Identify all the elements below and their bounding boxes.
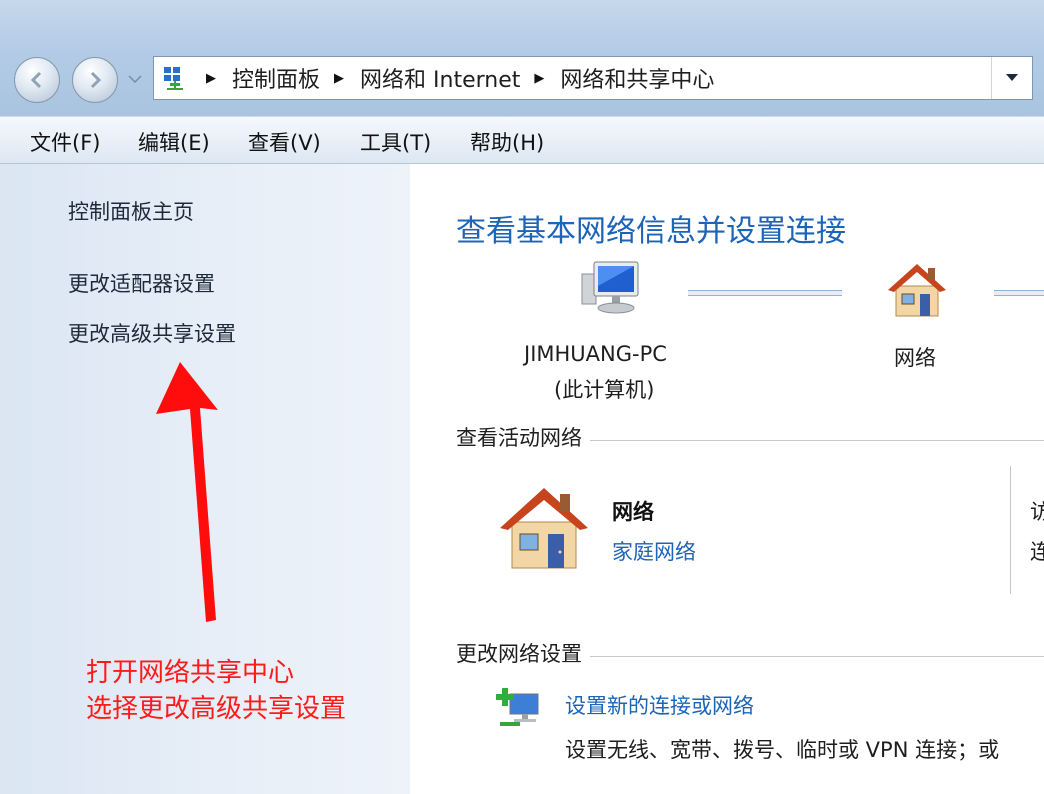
connection-line-internet [994,290,1044,296]
computer-name-label: JIMHUANG-PC [524,342,667,366]
menu-tools[interactable]: 工具(T) [360,127,431,157]
change-settings-heading: 更改网络设置 [456,638,590,668]
triangle-down-icon [1006,74,1018,81]
breadcrumb-separator-icon[interactable]: ▶ [334,71,344,86]
address-dropdown-button[interactable] [991,57,1032,99]
active-networks-heading: 查看活动网络 [456,422,590,452]
access-type-label: 访 [1030,500,1044,524]
breadcrumb-control-panel[interactable]: 控制面板 [232,62,320,94]
connections-label: 连 [1030,540,1044,564]
annotation-line-2: 选择更改高级共享设置 [86,694,347,724]
menu-edit[interactable]: 编辑(E) [138,127,210,157]
forward-arrow-icon [90,71,102,89]
house-icon [496,482,592,572]
main-content: 查看基本网络信息并设置连接 JIMHUANG-PC (此计算机) 网络 查看活动… [410,164,1044,794]
breadcrumb-separator-icon[interactable]: ▶ [206,71,216,86]
forward-button[interactable] [72,57,118,103]
network-center-icon [160,63,192,93]
breadcrumb-network-internet[interactable]: 网络和 Internet [360,62,520,94]
address-bar[interactable]: ▶ 控制面板 ▶ 网络和 Internet ▶ 网络和共享中心 [153,56,1033,100]
computer-icon[interactable] [578,256,644,318]
this-computer-label: (此计算机) [554,378,655,402]
back-button[interactable] [14,57,60,103]
title-bar-area: ▶ 控制面板 ▶ 网络和 Internet ▶ 网络和共享中心 [0,0,1044,116]
change-advanced-sharing-link[interactable]: 更改高级共享设置 [68,318,236,348]
house-icon[interactable] [884,260,950,320]
annotation-arrow-icon [156,362,218,622]
back-arrow-icon [30,71,42,89]
connection-line [688,290,842,296]
menu-view[interactable]: 查看(V) [248,127,321,157]
control-panel-home-link[interactable]: 控制面板主页 [68,196,194,226]
chevron-down-icon [128,75,142,84]
setup-new-connection-description: 设置无线、宽带、拨号、临时或 VPN 连接；或 [565,738,1000,762]
new-connection-icon[interactable] [496,684,544,728]
recent-pages-dropdown[interactable] [126,72,144,86]
breadcrumb-network-sharing-center[interactable]: 网络和共享中心 [560,62,714,94]
change-adapter-settings-link[interactable]: 更改适配器设置 [68,268,215,298]
annotation-line-1: 打开网络共享中心 [86,658,295,688]
network-type-link[interactable]: 家庭网络 [612,536,696,566]
column-divider [1010,466,1011,594]
page-title: 查看基本网络信息并设置连接 [456,214,846,249]
network-node-label: 网络 [894,346,936,370]
menu-file[interactable]: 文件(F) [30,127,100,157]
setup-new-connection-link[interactable]: 设置新的连接或网络 [565,690,754,720]
menu-bar: 文件(F) 编辑(E) 查看(V) 工具(T) 帮助(H) [0,116,1044,164]
menu-help[interactable]: 帮助(H) [470,127,544,157]
breadcrumb-separator-icon[interactable]: ▶ [534,71,544,86]
active-network-name: 网络 [612,500,654,524]
